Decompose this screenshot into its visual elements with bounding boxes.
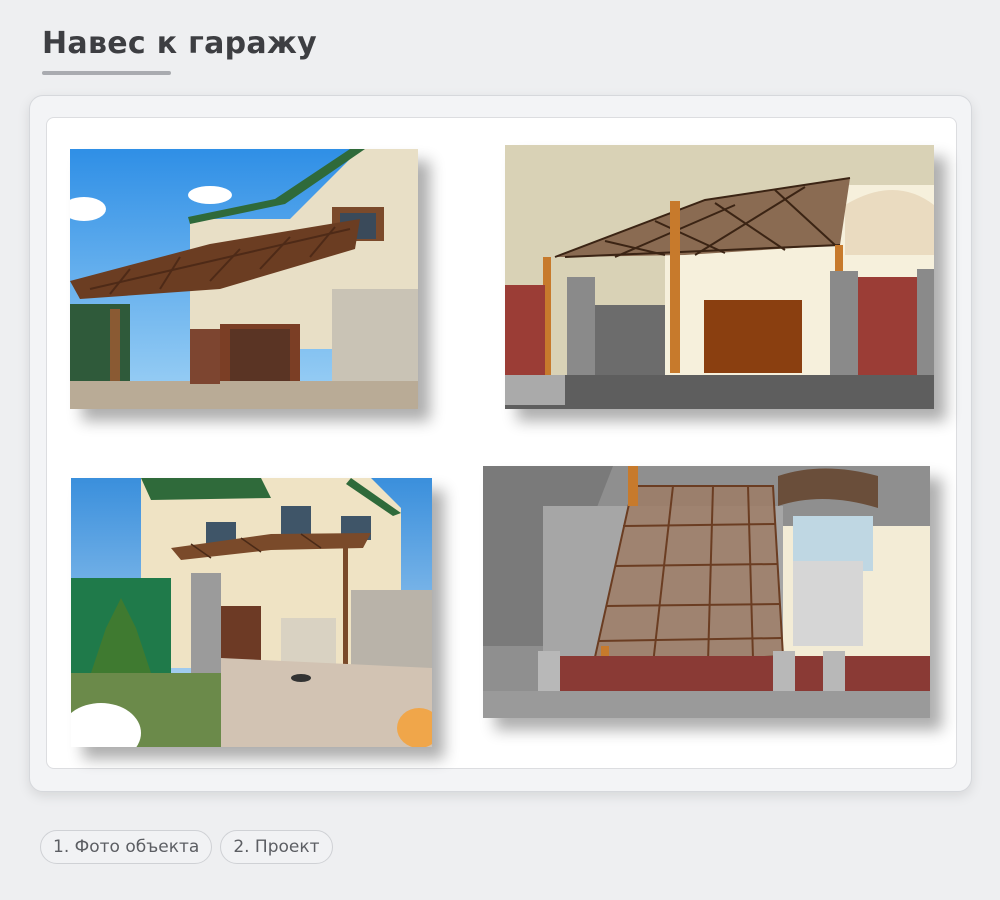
- tab-project[interactable]: 2. Проект: [220, 830, 333, 864]
- gallery-grid: [46, 117, 957, 769]
- title-underline: [42, 71, 171, 75]
- gallery-image-photo-1[interactable]: [70, 149, 418, 409]
- gallery-tabs: 1. Фото объекта 2. Проект: [40, 830, 333, 864]
- page-title: Навес к гаражу: [42, 26, 317, 61]
- gallery-image-photo-2[interactable]: [71, 478, 432, 747]
- tab-photo[interactable]: 1. Фото объекта: [40, 830, 213, 864]
- gallery-frame: [29, 95, 972, 792]
- gallery-image-render-1[interactable]: [505, 145, 934, 409]
- gallery-image-render-2[interactable]: [483, 466, 930, 718]
